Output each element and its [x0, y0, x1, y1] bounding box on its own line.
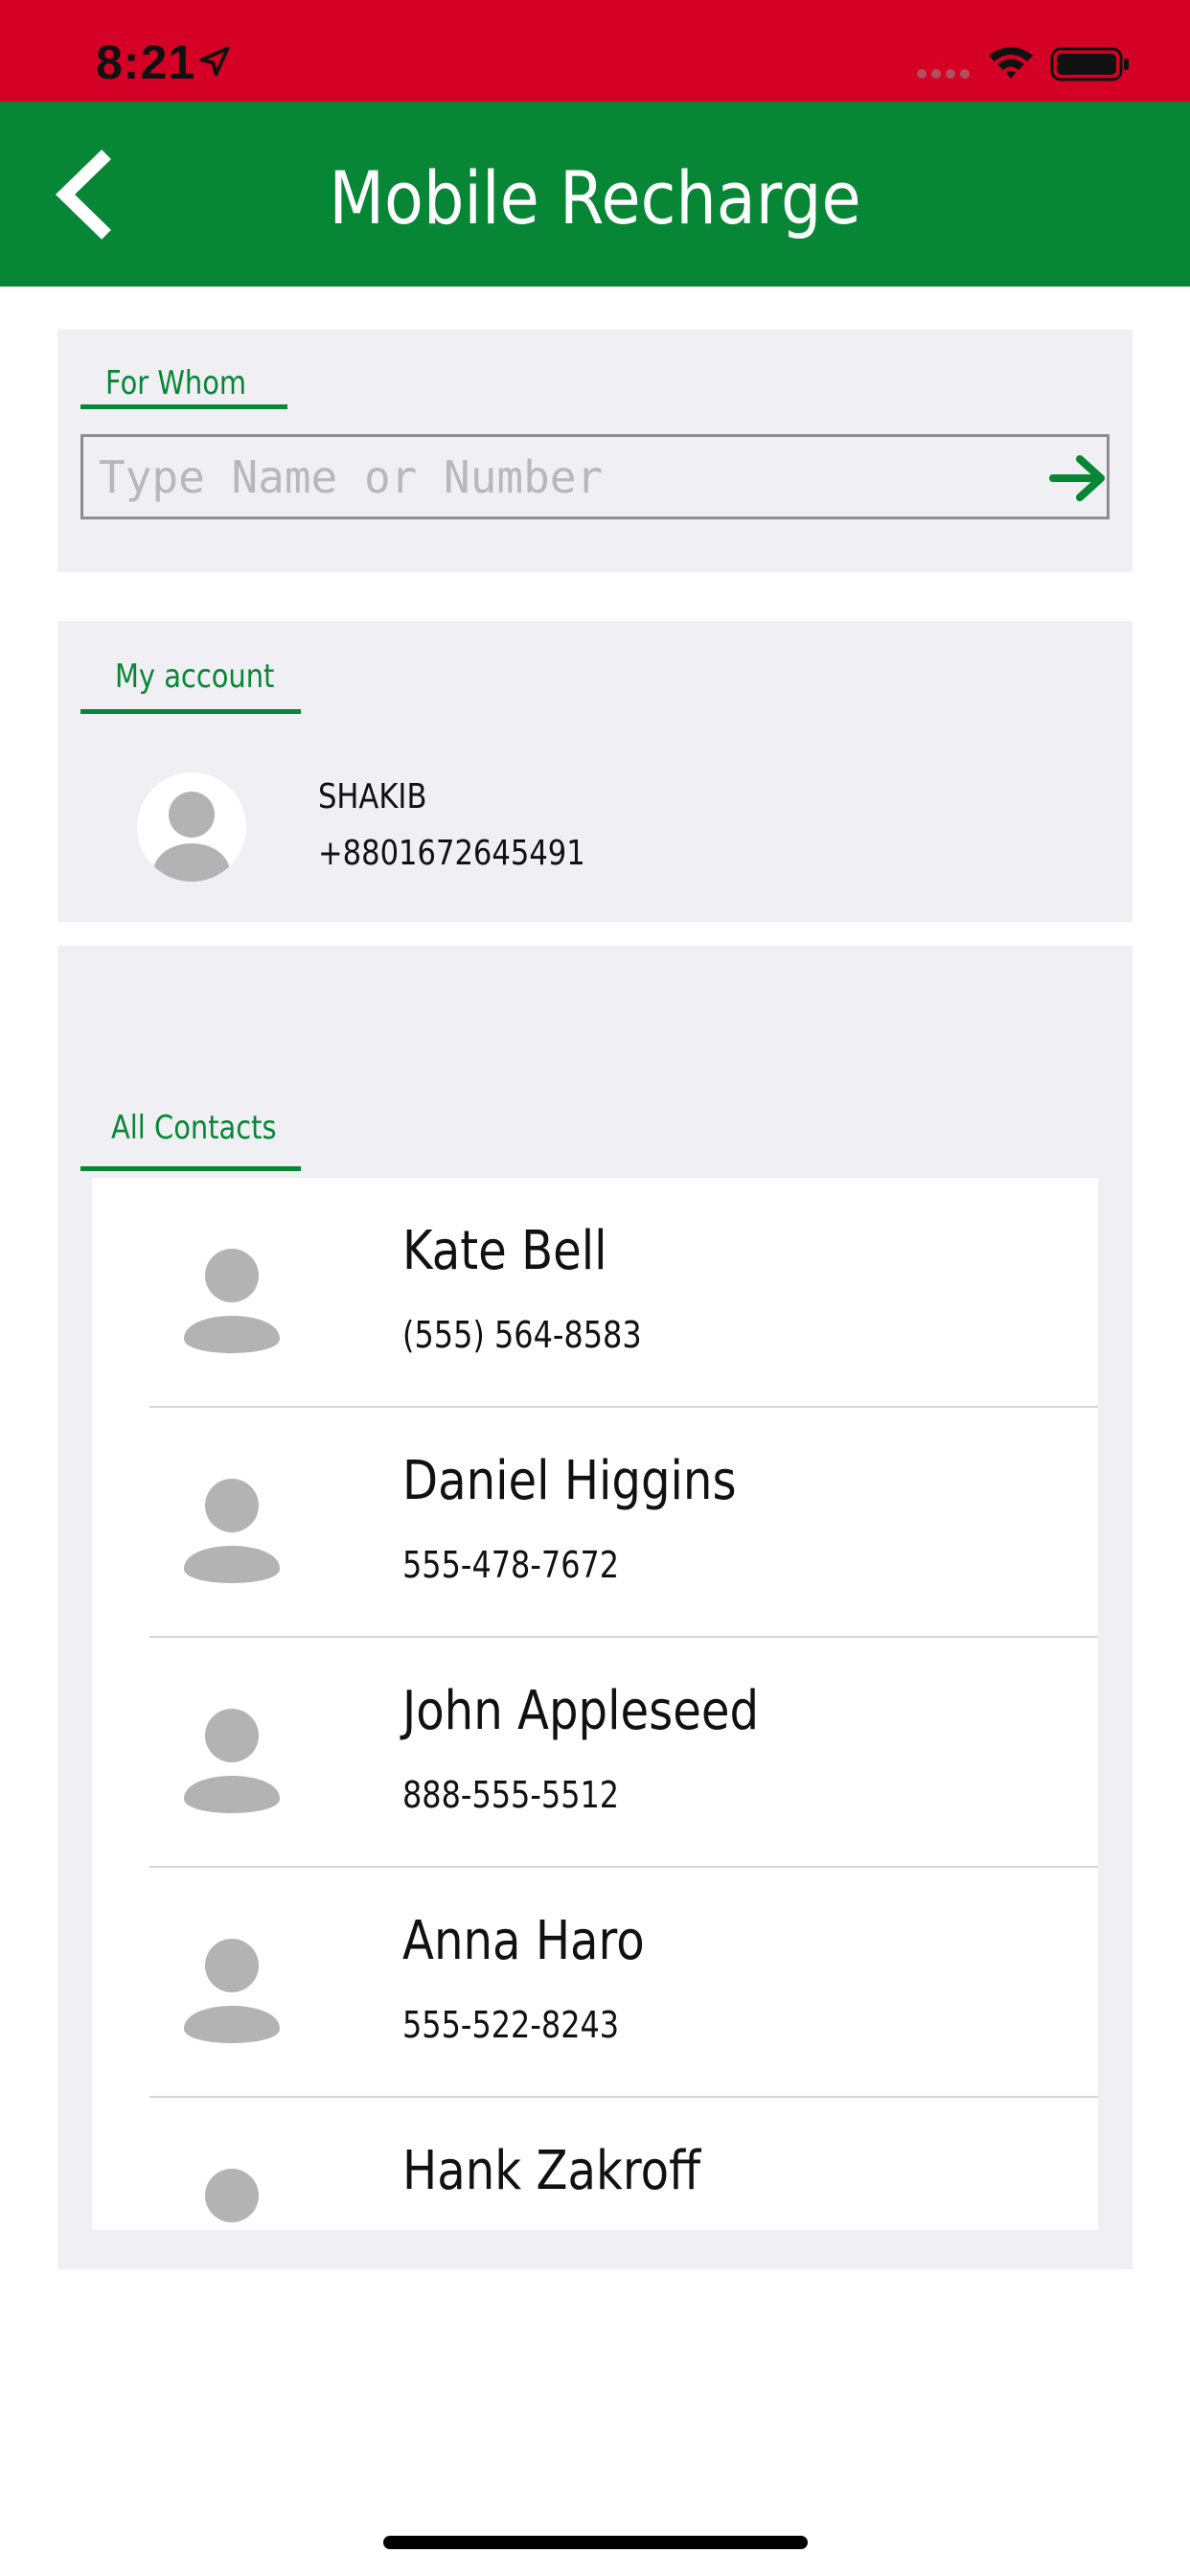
contact-name: Daniel Higgins — [402, 1450, 737, 1512]
contact-phone: 888-555-5512 — [402, 1774, 620, 1816]
all-contacts-label: All Contacts — [111, 1109, 277, 1147]
contact-name: Hank Zakroff — [402, 2140, 701, 2202]
contact-phone: 555-522-8243 — [402, 2004, 620, 2046]
contact-name: Kate Bell — [402, 1220, 607, 1282]
contact-name: John Appleseed — [402, 1680, 760, 1742]
name-or-number-input[interactable] — [99, 437, 1018, 517]
person-icon — [184, 1709, 280, 1813]
all-contacts-panel: All Contacts Kate Bell (555) 564-8583 Da… — [57, 946, 1133, 2269]
search-box — [80, 434, 1110, 519]
home-indicator[interactable] — [383, 2536, 808, 2549]
for-whom-label: For Whom — [105, 364, 247, 402]
person-icon — [184, 1479, 280, 1583]
contact-row[interactable]: Kate Bell (555) 564-8583 — [92, 1178, 1098, 1408]
person-icon — [184, 1249, 280, 1353]
account-name: SHAKIB — [318, 777, 427, 816]
for-whom-panel: For Whom — [57, 330, 1133, 572]
contact-phone: (555) 564-8583 — [402, 1314, 642, 1356]
my-account-underline — [80, 709, 301, 714]
person-icon — [153, 792, 230, 882]
battery-icon — [1050, 47, 1129, 81]
person-icon — [184, 1939, 280, 2043]
my-account-panel: My account SHAKIB +8801672645491 — [57, 621, 1133, 922]
avatar[interactable] — [137, 772, 246, 882]
signal-icon — [917, 69, 970, 79]
person-icon — [205, 2169, 259, 2222]
contact-row[interactable]: Hank Zakroff — [92, 2098, 1098, 2230]
contact-phone: 555-478-7672 — [402, 1544, 620, 1586]
contact-name: Anna Haro — [402, 1910, 645, 1972]
contact-row[interactable]: Anna Haro 555-522-8243 — [92, 1868, 1098, 2098]
status-bar: 8:21 — [0, 0, 1190, 102]
for-whom-underline — [80, 404, 287, 409]
arrow-right-icon[interactable] — [1049, 454, 1109, 502]
contact-row[interactable]: John Appleseed 888-555-5512 — [92, 1638, 1098, 1868]
contacts-list[interactable]: Kate Bell (555) 564-8583 Daniel Higgins … — [92, 1178, 1098, 2230]
wifi-icon — [989, 47, 1033, 79]
account-phone: +8801672645491 — [318, 834, 585, 873]
status-time: 8:21 — [96, 35, 196, 89]
my-account-label: My account — [115, 657, 275, 696]
page-title: Mobile Recharge — [329, 155, 861, 241]
contact-row[interactable]: Daniel Higgins 555-478-7672 — [92, 1408, 1098, 1638]
all-contacts-underline — [80, 1166, 301, 1171]
location-arrow-icon — [199, 46, 230, 77]
nav-bar: Mobile Recharge — [0, 102, 1190, 287]
